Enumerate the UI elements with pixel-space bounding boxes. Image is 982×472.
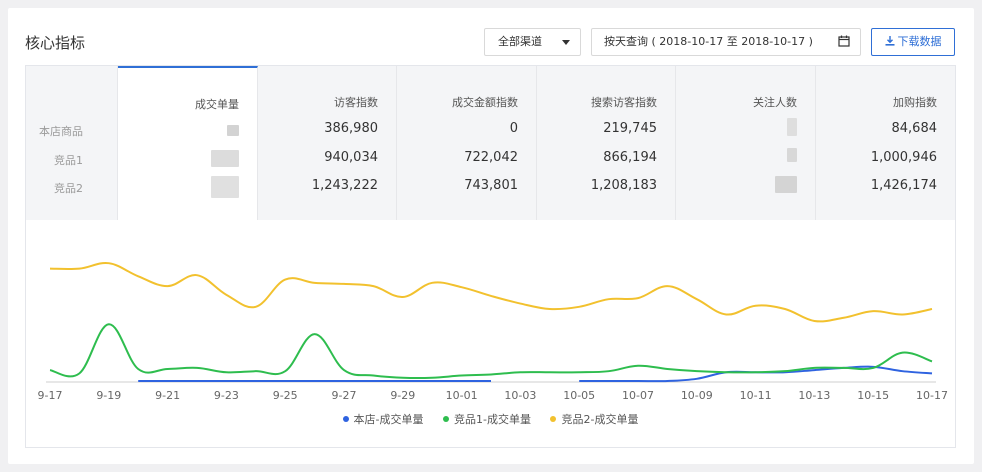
x-tick-label: 9-17 xyxy=(38,389,63,402)
column-header: 成交金额指数 xyxy=(452,96,518,109)
legend-item-comp2[interactable]: 竞品2-成交单量 xyxy=(550,411,638,427)
table-cell: 866,194 xyxy=(603,150,657,165)
tab-add-to-cart-index[interactable]: 加购指数 84,684 1,000,946 1,426,174 xyxy=(816,66,955,220)
x-tick-label: 10-09 xyxy=(681,389,713,402)
table-cell: 1,243,222 xyxy=(311,178,378,193)
column-header: 加购指数 xyxy=(893,96,937,109)
table-cell: 1,000,946 xyxy=(870,150,937,165)
masked-value xyxy=(211,150,239,167)
calendar-icon xyxy=(838,35,850,47)
series-line-2 xyxy=(49,261,933,323)
x-tick-label: 10-11 xyxy=(740,389,772,402)
legend-label: 竞品2-成交单量 xyxy=(561,413,639,426)
tab-search-visitor-index[interactable]: 搜索访客指数 219,745 866,194 1,208,183 xyxy=(537,66,676,220)
tab-followers[interactable]: 关注人数 xyxy=(676,66,816,220)
download-icon xyxy=(885,36,894,46)
masked-value xyxy=(787,148,797,162)
legend-marker xyxy=(443,416,450,422)
table-cell: 1,208,183 xyxy=(590,178,657,193)
table-cell: 1,426,174 xyxy=(870,178,937,193)
tab-visitor-index[interactable]: 访客指数 386,980 940,034 1,243,222 xyxy=(258,66,397,220)
x-tick-label: 10-17 xyxy=(916,389,948,402)
download-label: 下载数据 xyxy=(897,35,942,48)
row-label-comp2: 竞品2 xyxy=(54,182,83,195)
tab-deal-orders[interactable]: 成交单量 xyxy=(118,66,258,220)
masked-value xyxy=(211,176,239,198)
x-tick-label: 9-19 xyxy=(96,389,121,402)
series-line-0 xyxy=(579,365,933,383)
x-tick-label: 10-05 xyxy=(563,389,595,402)
column-header: 访客指数 xyxy=(334,96,378,109)
legend-marker xyxy=(550,416,557,422)
masked-value xyxy=(227,125,239,136)
channel-select[interactable]: 全部渠道 xyxy=(484,28,581,56)
masked-value xyxy=(775,176,797,193)
legend-label: 本店-成交单量 xyxy=(353,413,424,426)
metrics-table: 本店商品 竞品1 竞品2 成交单量 访客指数 386,980 940,034 1… xyxy=(26,66,955,220)
legend-marker xyxy=(342,416,349,422)
date-range-value: 按天查询 ( 2018-10-17 至 2018-10-17 ) xyxy=(604,35,813,48)
x-tick-label: 9-21 xyxy=(155,389,180,402)
card-title: 核心指标 xyxy=(25,34,86,52)
row-label-comp1: 竞品1 xyxy=(54,154,83,167)
table-cell: 722,042 xyxy=(464,150,518,165)
legend-label: 竞品1-成交单量 xyxy=(454,413,531,426)
table-cell: 84,684 xyxy=(891,121,938,136)
tab-deal-amount-index[interactable]: 成交金额指数 0 722,042 743,801 xyxy=(397,66,537,220)
chart-legend: 本店-成交单量 竞品1-成交单量 竞品2-成交单量 xyxy=(26,411,955,427)
x-tick-label: 9-29 xyxy=(390,389,415,402)
metrics-panel: 本店商品 竞品1 竞品2 成交单量 访客指数 386,980 940,034 1… xyxy=(25,65,956,448)
x-tick-label: 9-27 xyxy=(332,389,357,402)
download-button[interactable]: 下载数据 xyxy=(871,28,955,56)
caret-down-icon xyxy=(562,40,570,45)
x-tick-label: 10-01 xyxy=(446,389,478,402)
table-cell: 0 xyxy=(509,121,518,136)
channel-select-value: 全部渠道 xyxy=(498,35,542,48)
series-line-1 xyxy=(49,323,933,380)
column-header: 成交单量 xyxy=(195,98,239,111)
masked-value xyxy=(787,118,797,136)
x-tick-label: 10-15 xyxy=(857,389,889,402)
row-label-column: 本店商品 竞品1 竞品2 xyxy=(26,66,118,220)
column-header: 关注人数 xyxy=(753,96,797,109)
core-metrics-card: 核心指标 全部渠道 按天查询 ( 2018-10-17 至 2018-10-17… xyxy=(8,8,974,464)
column-header: 搜索访客指数 xyxy=(591,96,657,109)
row-label-store: 本店商品 xyxy=(39,125,83,138)
x-tick-label: 10-07 xyxy=(622,389,654,402)
x-tick-label: 10-13 xyxy=(798,389,830,402)
table-cell: 386,980 xyxy=(324,121,378,136)
table-cell: 219,745 xyxy=(603,121,657,136)
x-tick-label: 10-03 xyxy=(504,389,536,402)
date-range-picker[interactable]: 按天查询 ( 2018-10-17 至 2018-10-17 ) xyxy=(591,28,861,56)
x-tick-label: 9-23 xyxy=(214,389,239,402)
x-tick-label: 9-25 xyxy=(273,389,298,402)
table-cell: 940,034 xyxy=(324,150,378,165)
legend-item-store[interactable]: 本店-成交单量 xyxy=(342,411,424,427)
legend-item-comp1[interactable]: 竞品1-成交单量 xyxy=(443,411,531,427)
table-cell: 743,801 xyxy=(464,178,518,193)
